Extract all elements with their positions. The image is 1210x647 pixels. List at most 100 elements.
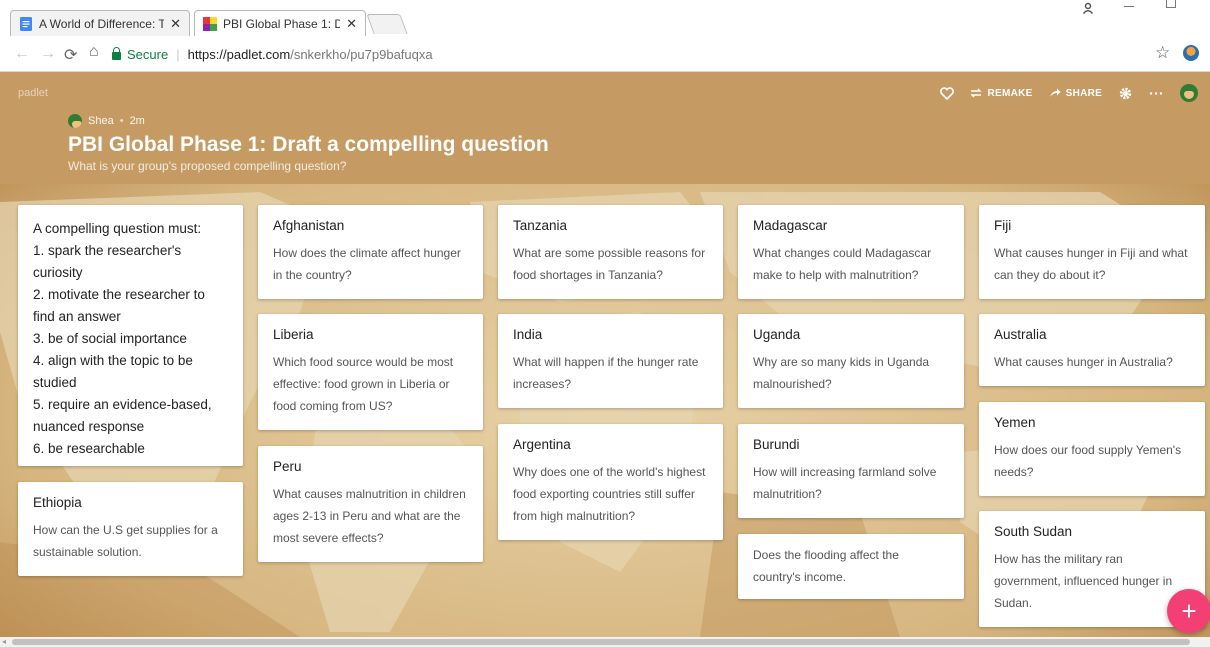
url-path: /snkerkho/pu7p9bafuqxa <box>290 46 433 62</box>
post-title: Burundi <box>753 437 800 452</box>
post-body: How can the U.S get supplies for a susta… <box>33 523 218 559</box>
share-button[interactable]: SHARE <box>1049 88 1103 99</box>
post-title: Argentina <box>513 437 571 452</box>
new-tab-button[interactable] <box>366 14 408 34</box>
criteria-item: 1. spark the researcher's curiosity <box>33 243 182 280</box>
padlet-logo[interactable]: padlet <box>18 87 48 99</box>
forward-arrow-icon[interactable]: → <box>40 45 56 63</box>
post-title: Afghanistan <box>273 218 345 233</box>
post-body: What causes hunger in Australia? <box>994 355 1173 369</box>
profile-icon[interactable] <box>1082 1 1094 17</box>
post-body: What will happen if the hunger rate incr… <box>513 355 699 391</box>
post-card-criteria[interactable]: A compelling question must: 1. spark the… <box>18 205 243 466</box>
padlet-header: padlet REMAKE SHARE ··· Shea • 2m PBI Gl… <box>0 72 1210 184</box>
page-subtitle: What is your group's proposed compelling… <box>68 159 347 173</box>
more-options-icon[interactable]: ··· <box>1149 85 1164 101</box>
post-title: India <box>513 327 543 342</box>
post-card-fiji[interactable]: Fiji What causes hunger in Fiji and what… <box>979 205 1205 299</box>
post-card-australia[interactable]: Australia What causes hunger in Australi… <box>979 314 1205 386</box>
post-title: Fiji <box>994 218 1012 233</box>
post-body: What changes could Madagascar make to he… <box>753 246 932 282</box>
user-avatar[interactable] <box>1180 84 1198 102</box>
post-body: Why are so many kids in Uganda malnouris… <box>753 355 930 391</box>
tab-close-icon[interactable]: ✕ <box>346 16 357 32</box>
criteria-item: 6. be researchable <box>33 441 145 456</box>
tab-strip: A World of Difference: Te ✕ PBI Global P… <box>0 0 1210 36</box>
post-card-ethiopia[interactable]: Ethiopia How can the U.S get supplies fo… <box>18 482 243 576</box>
share-icon <box>1049 88 1061 97</box>
gear-icon[interactable] <box>1118 86 1133 101</box>
criteria-heading: A compelling question must: <box>33 221 202 236</box>
remake-label: REMAKE <box>987 87 1033 99</box>
post-card-flooding[interactable]: Does the flooding affect the country's i… <box>738 534 964 599</box>
post-title: Yemen <box>994 415 1036 430</box>
post-title: Madagascar <box>753 218 828 233</box>
post-title: Liberia <box>273 327 314 342</box>
post-card-india[interactable]: India What will happen if the hunger rat… <box>498 314 723 408</box>
extension-icon[interactable] <box>1183 45 1199 61</box>
post-body: Which food source would be most effectiv… <box>273 355 454 413</box>
scrollbar-thumb[interactable] <box>12 639 1190 645</box>
share-label: SHARE <box>1065 87 1103 99</box>
criteria-item: 4. align with the topic to be studied <box>33 353 193 390</box>
header-actions: REMAKE SHARE ··· <box>940 84 1198 102</box>
post-card-afghanistan[interactable]: Afghanistan How does the climate affect … <box>258 205 483 299</box>
tab-world-of-difference[interactable]: A World of Difference: Te ✕ <box>10 10 190 36</box>
bookmark-star-icon[interactable]: ☆ <box>1155 43 1170 63</box>
home-icon[interactable]: ⌂ <box>89 43 99 61</box>
maximize-icon[interactable] <box>1166 0 1176 8</box>
post-card-madagascar[interactable]: Madagascar What changes could Madagascar… <box>738 205 964 299</box>
url-separator: | <box>176 46 180 62</box>
post-card-liberia[interactable]: Liberia Which food source would be most … <box>258 314 483 430</box>
post-card-argentina[interactable]: Argentina Why does one of the world's hi… <box>498 424 723 540</box>
heart-icon[interactable] <box>940 86 955 100</box>
post-title: South Sudan <box>994 524 1073 539</box>
author-name: Shea <box>88 115 114 127</box>
post-body: How does the climate affect hunger in th… <box>273 246 461 282</box>
criteria-item: 3. be of social importance <box>33 331 187 346</box>
post-title: Peru <box>273 459 302 474</box>
post-title: Uganda <box>753 327 801 342</box>
remake-button[interactable]: REMAKE <box>970 88 1032 99</box>
scroll-left-arrow-icon[interactable]: ◂ <box>2 637 6 646</box>
add-post-button[interactable]: + <box>1167 589 1210 633</box>
post-title: Australia <box>994 327 1047 342</box>
address-bar-row: ← → ⟳ ⌂ Secure | https://padlet.com/snke… <box>0 36 1210 72</box>
horizontal-scrollbar[interactable]: ◂ <box>0 637 1210 647</box>
secure-label: Secure <box>127 46 169 62</box>
tab-padlet[interactable]: PBI Global Phase 1: Draft ✕ <box>194 10 366 36</box>
post-card-tanzania[interactable]: Tanzania What are some possible reasons … <box>498 205 723 299</box>
back-arrow-icon[interactable]: ← <box>14 45 30 63</box>
post-title: Ethiopia <box>33 495 82 510</box>
tab-title: PBI Global Phase 1: Draft <box>223 16 340 31</box>
tab-close-icon[interactable]: ✕ <box>170 16 181 32</box>
post-body: How will increasing farmland solve malnu… <box>753 465 937 501</box>
url-host: https://padlet.com <box>187 46 291 62</box>
post-body: Does the flooding affect the country's i… <box>753 548 899 584</box>
post-card-uganda[interactable]: Uganda Why are so many kids in Uganda ma… <box>738 314 964 408</box>
minimize-icon[interactable] <box>1124 6 1134 7</box>
post-body: How does our food supply Yemen's needs? <box>994 443 1182 479</box>
reload-icon[interactable]: ⟳ <box>64 45 77 65</box>
page-title: PBI Global Phase 1: Draft a compelling q… <box>68 133 549 156</box>
padlet-icon <box>203 16 217 31</box>
author-separator: • <box>119 115 124 127</box>
url-field[interactable]: Secure | https://padlet.com/snkerkho/pu7… <box>112 41 1152 67</box>
post-card-peru[interactable]: Peru What causes malnutrition in childre… <box>258 446 483 562</box>
post-body: How has the military ran government, inf… <box>994 552 1173 610</box>
docs-icon <box>19 16 33 31</box>
author-time: 2m <box>129 115 145 127</box>
post-body: What are some possible reasons for food … <box>513 246 706 282</box>
post-body: What causes hunger in Fiji and what can … <box>994 246 1188 282</box>
post-card-burundi[interactable]: Burundi How will increasing farmland sol… <box>738 424 964 518</box>
criteria-item: 2. motivate the researcher to find an an… <box>33 287 205 324</box>
lock-icon <box>112 47 121 60</box>
padlet-board: padlet REMAKE SHARE ··· Shea • 2m PBI Gl… <box>0 72 1210 637</box>
tab-title: A World of Difference: Te <box>39 16 165 31</box>
author-avatar <box>68 114 82 128</box>
post-card-yemen[interactable]: Yemen How does our food supply Yemen's n… <box>979 402 1205 496</box>
criteria-item: 5. require an evidence-based, nuanced re… <box>33 397 212 434</box>
remake-icon <box>970 88 983 98</box>
post-body: What causes malnutrition in children age… <box>273 487 466 545</box>
post-body: Why does one of the world's highest food… <box>513 465 706 523</box>
